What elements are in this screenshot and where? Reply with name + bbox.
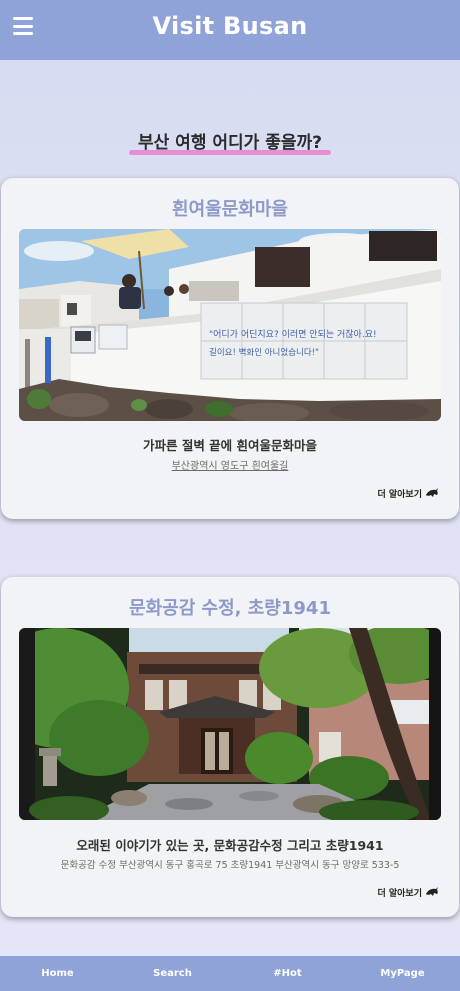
more-link[interactable]: 더 알아보기	[377, 487, 439, 500]
dolphin-icon	[426, 887, 438, 896]
mural-text-line2: 길이요! 벽화인 아니었습니다!"	[209, 347, 319, 358]
more-link[interactable]: 더 알아보기	[377, 886, 439, 899]
card-caption: 가파른 절벽 끝에 흰여울문화마을	[142, 438, 318, 453]
nav-item-home[interactable]: Home	[0, 956, 115, 991]
card-image-huinnyeoul: "어디가 어딘지요? 이러면 안되는 거잖아.요! 길이요! 벽화인 아니었습니…	[19, 229, 441, 421]
place-card-sujeong: 문화공감 수정, 초량1941 오래된 이야기가 있는 곳, 문화공감수정 그리…	[1, 577, 459, 917]
nav-item-mypage[interactable]: MyPage	[345, 956, 460, 991]
card-address: 문화공감 수정 부산광역시 동구 홍곡로 75 초량1941 부산광역시 동구 …	[60, 860, 400, 871]
more-link-label: 더 알아보기	[377, 889, 422, 899]
nav-item-search[interactable]: Search	[115, 956, 230, 991]
card-address[interactable]: 부산광역시 영도구 흰여울길	[1, 457, 459, 472]
card-title: 문화공감 수정, 초량1941	[129, 598, 331, 619]
app-title: Visit Busan	[152, 12, 308, 40]
nav-item-hot[interactable]: #Hot	[230, 956, 345, 991]
card-title: 흰여울문화마을	[172, 199, 288, 220]
mural-text-line1: "어디가 어딘지요? 이러면 안되는 거잖아.요!	[209, 329, 377, 340]
dolphin-icon	[426, 488, 438, 497]
card-image-sujeong	[19, 628, 441, 820]
place-card-huinnyeoul: 흰여울문화마을 "어디가 어딘지요? 이러면 안되는 거잖아.요! 길이요! 벽…	[1, 178, 459, 519]
app-header: Visit Busan	[0, 0, 460, 60]
section-heading-text: 부산 여행 어디가 좋을까?	[128, 128, 332, 155]
bottom-nav: Home Search #Hot MyPage	[0, 956, 460, 991]
more-link-label: 더 알아보기	[377, 490, 422, 500]
card-caption: 오래된 이야기가 있는 곳, 문화공감수정 그리고 초량1941	[76, 838, 384, 853]
section-heading: 부산 여행 어디가 좋을까?	[0, 128, 460, 155]
